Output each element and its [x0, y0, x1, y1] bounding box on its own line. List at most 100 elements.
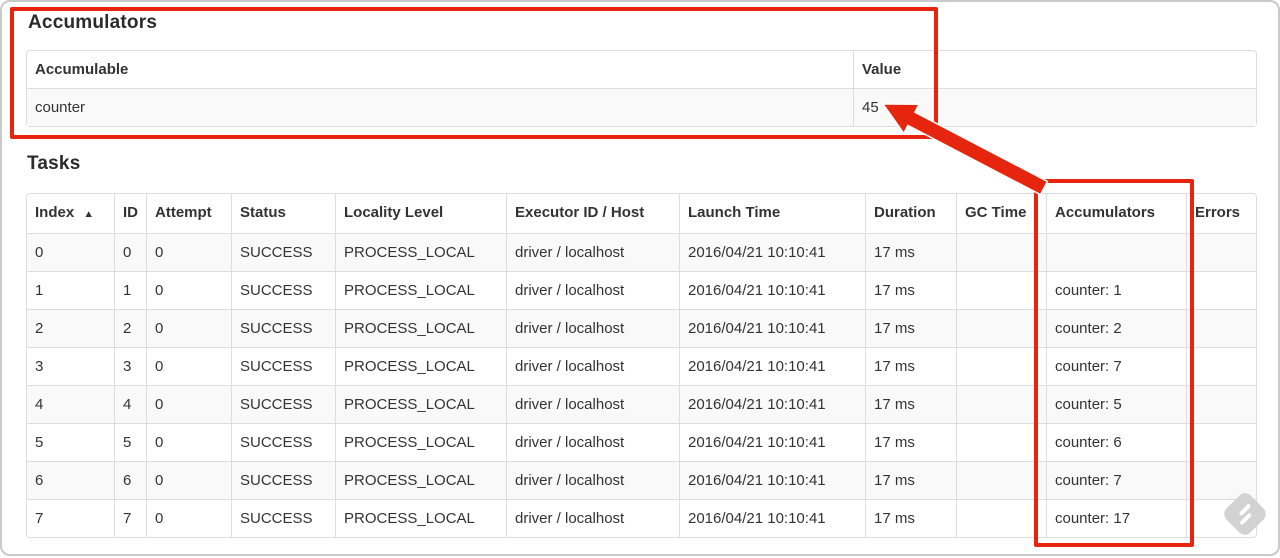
table-cell: driver / localhost	[506, 385, 679, 423]
table-cell: 0	[146, 385, 231, 423]
table-cell: 5	[114, 423, 146, 461]
table-cell	[956, 423, 1046, 461]
table-row: 6 6 0 SUCCESS PROCESS_LOCAL driver / localhos…	[27, 461, 1256, 499]
table-cell	[956, 347, 1046, 385]
column-header-attempt[interactable]: Attempt	[146, 194, 231, 233]
table-cell: driver / localhost	[506, 271, 679, 309]
table-cell	[956, 499, 1046, 537]
table-cell: SUCCESS	[231, 233, 335, 271]
table-cell: 17 ms	[865, 461, 956, 499]
table-cell	[1186, 271, 1256, 309]
table-cell: 3	[27, 347, 114, 385]
table-cell: 0	[146, 347, 231, 385]
table-row: 3 3 0 SUCCESS PROCESS_LOCAL driver / localhos…	[27, 347, 1256, 385]
table-cell	[956, 461, 1046, 499]
table-cell: 0	[146, 461, 231, 499]
column-header-value: Value	[853, 51, 1256, 88]
table-cell: PROCESS_LOCAL	[335, 461, 506, 499]
table-cell: 17 ms	[865, 499, 956, 537]
table-row: counter 45	[27, 88, 1256, 126]
table-cell	[956, 385, 1046, 423]
table-cell: 2016/04/21 10:10:41	[679, 461, 865, 499]
table-cell: driver / localhost	[506, 309, 679, 347]
table-cell: 3	[114, 347, 146, 385]
table-cell: 17 ms	[865, 309, 956, 347]
table-cell: 2016/04/21 10:10:41	[679, 423, 865, 461]
table-cell: 17 ms	[865, 271, 956, 309]
table-cell: 0	[146, 233, 231, 271]
accumulators-header-row: Accumulable Value	[27, 51, 1256, 88]
table-cell: driver / localhost	[506, 423, 679, 461]
table-cell: 17 ms	[865, 233, 956, 271]
table-cell: PROCESS_LOCAL	[335, 271, 506, 309]
table-cell: counter: 17	[1046, 499, 1186, 537]
table-cell: 2	[27, 309, 114, 347]
table-cell: 1	[27, 271, 114, 309]
table-cell: 0	[146, 309, 231, 347]
table-cell: 4	[27, 385, 114, 423]
table-cell: PROCESS_LOCAL	[335, 233, 506, 271]
accumulators-section-title: Accumulators	[28, 12, 158, 33]
table-cell: 17 ms	[865, 347, 956, 385]
table-cell	[956, 271, 1046, 309]
table-cell: 17 ms	[865, 423, 956, 461]
table-cell: 2016/04/21 10:10:41	[679, 499, 865, 537]
column-header-index-label: Index	[35, 204, 75, 221]
table-cell: 0	[146, 271, 231, 309]
table-cell: 1	[114, 271, 146, 309]
table-cell: 0	[114, 233, 146, 271]
table-cell: PROCESS_LOCAL	[335, 347, 506, 385]
table-cell	[1186, 347, 1256, 385]
table-cell: counter: 5	[1046, 385, 1186, 423]
table-cell: SUCCESS	[231, 347, 335, 385]
table-cell: SUCCESS	[231, 499, 335, 537]
column-header-accumulable: Accumulable	[35, 61, 129, 78]
column-header-status[interactable]: Status	[231, 194, 335, 233]
table-cell: driver / localhost	[506, 233, 679, 271]
table-cell	[1186, 233, 1256, 271]
table-cell: SUCCESS	[231, 385, 335, 423]
table-cell	[956, 309, 1046, 347]
table-cell: SUCCESS	[231, 309, 335, 347]
table-row: 1 1 0 SUCCESS PROCESS_LOCAL driver / localhos…	[27, 271, 1256, 309]
spark-stage-page: { "accumulators_section": { "title": "Ac…	[0, 0, 1280, 556]
column-header-index[interactable]: Index ▲	[27, 194, 114, 233]
table-cell: 4	[114, 385, 146, 423]
column-header-errors[interactable]: Errors	[1186, 194, 1256, 233]
table-cell: 6	[114, 461, 146, 499]
table-cell	[956, 233, 1046, 271]
table-cell: counter: 1	[1046, 271, 1186, 309]
table-cell: 0	[27, 233, 114, 271]
table-cell: 2016/04/21 10:10:41	[679, 347, 865, 385]
table-cell	[1046, 233, 1186, 271]
table-cell	[1186, 423, 1256, 461]
table-cell: counter: 6	[1046, 423, 1186, 461]
column-header-duration[interactable]: Duration	[865, 194, 956, 233]
column-header-launch-time[interactable]: Launch Time	[679, 194, 865, 233]
table-cell: 17 ms	[865, 385, 956, 423]
table-row: 7 7 0 SUCCESS PROCESS_LOCAL driver / localhos…	[27, 499, 1256, 537]
sort-ascending-icon: ▲	[83, 208, 95, 220]
table-row: 0 0 0 SUCCESS PROCESS_LOCAL driver / localhos…	[27, 233, 1256, 271]
column-header-locality-level[interactable]: Locality Level	[335, 194, 506, 233]
table-cell: 0	[146, 423, 231, 461]
table-cell: counter: 7	[1046, 461, 1186, 499]
table-cell: PROCESS_LOCAL	[335, 385, 506, 423]
table-cell: SUCCESS	[231, 461, 335, 499]
table-cell: 2016/04/21 10:10:41	[679, 271, 865, 309]
column-header-id[interactable]: ID	[114, 194, 146, 233]
table-cell: driver / localhost	[506, 347, 679, 385]
table-cell: counter: 2	[1046, 309, 1186, 347]
table-cell: 2016/04/21 10:10:41	[679, 309, 865, 347]
tasks-table: Index ▲ ID Attempt Status Locality Level …	[26, 193, 1257, 538]
table-cell: PROCESS_LOCAL	[335, 499, 506, 537]
table-cell: 5	[27, 423, 114, 461]
table-row: 5 5 0 SUCCESS PROCESS_LOCAL driver / localhos…	[27, 423, 1256, 461]
tasks-header-row: Index ▲ ID Attempt Status Locality Level …	[27, 194, 1256, 233]
table-cell: counter: 7	[1046, 347, 1186, 385]
tasks-section-title: Tasks	[27, 153, 81, 174]
column-header-gc-time[interactable]: GC Time	[956, 194, 1046, 233]
column-header-executor-id-host[interactable]: Executor ID / Host	[506, 194, 679, 233]
column-header-accumulators[interactable]: Accumulators	[1046, 194, 1186, 233]
table-cell: 7	[114, 499, 146, 537]
